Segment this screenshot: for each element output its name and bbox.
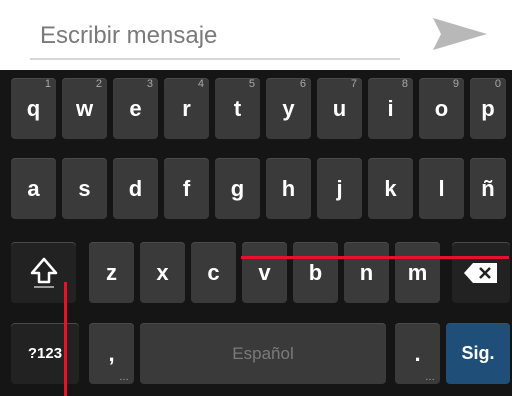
key-hint: 3 (146, 78, 153, 90)
key-label: p (481, 95, 495, 121)
send-button[interactable] (430, 12, 490, 56)
key-u[interactable]: 7u (317, 78, 362, 139)
key-g[interactable]: g (215, 158, 260, 219)
key-label: u (332, 95, 347, 121)
key-label: , (108, 340, 115, 366)
key-label: y (282, 95, 295, 121)
key-q[interactable]: 1q (11, 78, 56, 139)
key-x[interactable]: x (140, 242, 185, 303)
key-s[interactable]: s (62, 158, 107, 219)
space-key[interactable]: Español (140, 323, 386, 384)
key-w[interactable]: 2w (62, 78, 107, 139)
key-p[interactable]: 0p (470, 78, 506, 139)
key-hint: 8 (401, 78, 408, 90)
more-keys-mark: … (425, 372, 435, 383)
key-d[interactable]: d (113, 158, 158, 219)
key-hint: 2 (95, 78, 102, 90)
key-hint: 1 (44, 78, 51, 90)
backspace-key[interactable] (452, 242, 510, 303)
key-o[interactable]: 9o (419, 78, 464, 139)
key-i[interactable]: 8i (368, 78, 413, 139)
key-label: w (75, 95, 94, 121)
annotation-line-horizontal (241, 256, 509, 259)
key-a[interactable]: a (11, 158, 56, 219)
key-hint: 7 (350, 78, 357, 90)
key-f[interactable]: f (164, 158, 209, 219)
key-hint: 0 (494, 78, 501, 90)
period-key[interactable]: .… (395, 323, 440, 384)
key-l[interactable]: l (419, 158, 464, 219)
key-label: e (129, 95, 142, 121)
key-c[interactable]: c (191, 242, 236, 303)
key-label: o (434, 95, 449, 121)
soft-keyboard: 1q 2w 3e 4r 5t 6y 7u 8i 9o 0p a s d f g … (0, 70, 512, 396)
symbols-key[interactable]: ?123 (11, 323, 79, 384)
key-hint: 4 (197, 78, 204, 90)
shift-icon (30, 257, 57, 288)
key-r[interactable]: 4r (164, 78, 209, 139)
key-j[interactable]: j (317, 158, 362, 219)
comma-key[interactable]: ,… (89, 323, 134, 384)
key-label: i (387, 95, 394, 121)
more-keys-mark: … (119, 372, 129, 383)
key-label: t (233, 95, 242, 121)
next-key[interactable]: Sig. (446, 323, 510, 384)
backspace-icon (464, 262, 497, 283)
key-v[interactable]: v (242, 242, 287, 303)
send-icon (433, 18, 487, 50)
annotation-line-vertical (64, 282, 67, 396)
key-label: r (182, 95, 191, 121)
key-label: . (414, 340, 421, 366)
key-y[interactable]: 6y (266, 78, 311, 139)
key-hint: 9 (452, 78, 459, 90)
key-b[interactable]: b (293, 242, 338, 303)
key-t[interactable]: 5t (215, 78, 260, 139)
key-m[interactable]: m (395, 242, 440, 303)
key-hint: 6 (299, 78, 306, 90)
key-hint: 5 (248, 78, 255, 90)
key-n[interactable]: n (344, 242, 389, 303)
key-e[interactable]: 3e (113, 78, 158, 139)
message-composer (0, 0, 512, 70)
key-h[interactable]: h (266, 158, 311, 219)
key-label: q (26, 95, 41, 121)
key-k[interactable]: k (368, 158, 413, 219)
key-n-tilde[interactable]: ñ (470, 158, 506, 219)
message-input[interactable] (30, 14, 400, 60)
key-z[interactable]: z (89, 242, 134, 303)
